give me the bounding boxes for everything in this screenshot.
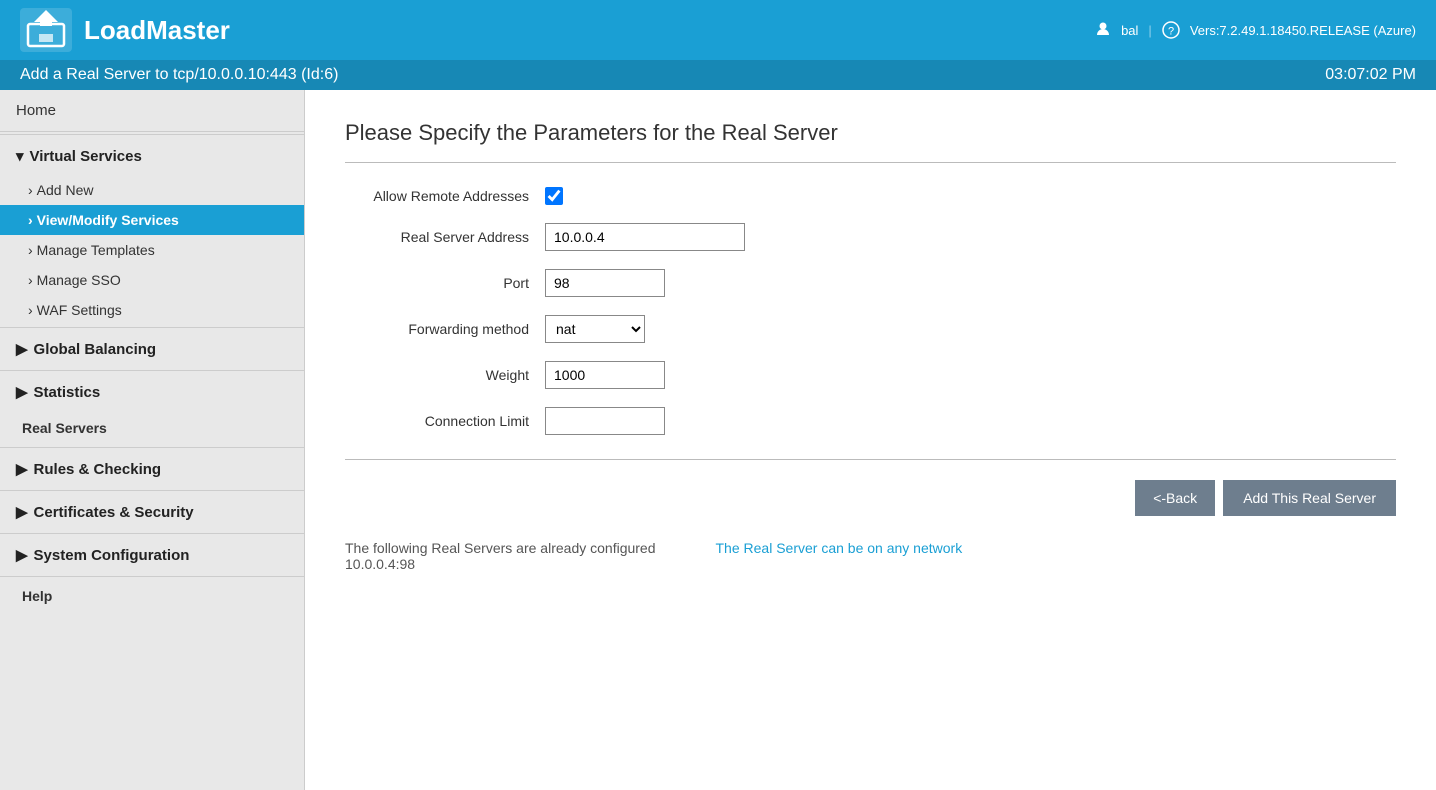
network-info-text: The Real Server can be on any network: [716, 540, 963, 572]
back-button[interactable]: <-Back: [1135, 480, 1215, 516]
app-title: LoadMaster: [84, 15, 230, 46]
virtual-services-label: Virtual Services: [30, 148, 142, 165]
sidebar-section-rules[interactable]: ▶ Rules & Checking: [0, 450, 304, 488]
sidebar: Home ▾ Virtual Services › Add New › View…: [0, 90, 305, 790]
certs-arrow: ▶: [16, 503, 28, 521]
arrow-icon: ›: [28, 272, 33, 288]
connection-limit-label: Connection Limit: [345, 413, 545, 429]
port-label: Port: [345, 275, 545, 291]
arrow-icon: ›: [28, 242, 33, 258]
bottom-divider: [345, 459, 1396, 460]
header: LoadMaster bal | ? Vers:7.2.49.1.18450.R…: [0, 0, 1436, 90]
svg-text:?: ?: [1168, 26, 1174, 38]
sidebar-section-certs[interactable]: ▶ Certificates & Security: [0, 493, 304, 531]
sidebar-item-real-servers[interactable]: Real Servers: [0, 411, 304, 445]
configured-servers-label: The following Real Servers are already c…: [345, 540, 656, 556]
form-row-port: Port: [345, 269, 1396, 297]
form-title-divider: [345, 162, 1396, 163]
sidebar-sub-add-new[interactable]: › Add New: [0, 175, 304, 205]
arrow-icon: ›: [28, 212, 33, 228]
user-icon: [1095, 21, 1111, 40]
statistics-label: Statistics: [34, 384, 101, 401]
main-content: Please Specify the Parameters for the Re…: [305, 90, 1436, 790]
header-right: bal | ? Vers:7.2.49.1.18450.RELEASE (Azu…: [1095, 21, 1416, 40]
header-version: Vers:7.2.49.1.18450.RELEASE (Azure): [1190, 23, 1416, 38]
statistics-arrow: ▶: [16, 383, 28, 401]
sidebar-item-home[interactable]: Home: [0, 90, 304, 132]
button-row: <-Back Add This Real Server: [345, 480, 1396, 516]
forwarding-method-select[interactable]: nat route tunnel portoverload: [545, 315, 645, 343]
header-subtitle: Add a Real Server to tcp/10.0.0.10:443 (…: [0, 60, 1436, 90]
info-row: The following Real Servers are already c…: [345, 540, 1396, 572]
form-title: Please Specify the Parameters for the Re…: [345, 120, 1396, 146]
configured-servers-info: The following Real Servers are already c…: [345, 540, 656, 572]
arrow-icon: ›: [28, 182, 33, 198]
sidebar-section-system-config[interactable]: ▶ System Configuration: [0, 536, 304, 574]
kemp-logo: [20, 8, 72, 52]
view-modify-label: View/Modify Services: [37, 212, 179, 228]
port-input[interactable]: [545, 269, 665, 297]
rules-arrow: ▶: [16, 460, 28, 478]
manage-sso-label: Manage SSO: [37, 272, 121, 288]
sidebar-sub-waf-settings[interactable]: › WAF Settings: [0, 295, 304, 325]
separator-icon: |: [1148, 23, 1151, 38]
system-config-arrow: ▶: [16, 546, 28, 564]
sidebar-sub-manage-templates[interactable]: › Manage Templates: [0, 235, 304, 265]
header-time: 03:07:02 PM: [1325, 66, 1416, 84]
weight-label: Weight: [345, 367, 545, 383]
sidebar-sub-view-modify[interactable]: › View/Modify Services: [0, 205, 304, 235]
help-icon: ?: [1162, 21, 1180, 39]
add-real-server-button[interactable]: Add This Real Server: [1223, 480, 1396, 516]
header-top: LoadMaster bal | ? Vers:7.2.49.1.18450.R…: [0, 0, 1436, 60]
rules-label: Rules & Checking: [34, 461, 162, 478]
manage-templates-label: Manage Templates: [37, 242, 155, 258]
configured-servers-detail: 10.0.0.4:98: [345, 556, 656, 572]
allow-remote-label: Allow Remote Addresses: [345, 188, 545, 204]
form-row-weight: Weight: [345, 361, 1396, 389]
page-subtitle: Add a Real Server to tcp/10.0.0.10:443 (…: [20, 66, 338, 84]
add-new-label: Add New: [37, 182, 94, 198]
form-row-connection-limit: Connection Limit: [345, 407, 1396, 435]
main-layout: Home ▾ Virtual Services › Add New › View…: [0, 90, 1436, 790]
real-server-address-input[interactable]: [545, 223, 745, 251]
connection-limit-input[interactable]: [545, 407, 665, 435]
global-balancing-label: Global Balancing: [34, 341, 157, 358]
sidebar-section-statistics[interactable]: ▶ Statistics: [0, 373, 304, 411]
allow-remote-checkbox[interactable]: [545, 187, 563, 205]
sidebar-section-global-balancing[interactable]: ▶ Global Balancing: [0, 330, 304, 368]
real-server-address-label: Real Server Address: [345, 229, 545, 245]
header-username: bal: [1121, 23, 1138, 38]
sidebar-section-virtual-services[interactable]: ▾ Virtual Services: [0, 137, 304, 175]
waf-settings-label: WAF Settings: [37, 302, 122, 318]
virtual-services-arrow: ▾: [16, 147, 24, 165]
header-brand: LoadMaster: [20, 8, 230, 52]
system-config-label: System Configuration: [34, 547, 190, 564]
arrow-icon: ›: [28, 302, 33, 318]
certs-label: Certificates & Security: [34, 504, 194, 521]
global-balancing-arrow: ▶: [16, 340, 28, 358]
sidebar-sub-manage-sso[interactable]: › Manage SSO: [0, 265, 304, 295]
weight-input[interactable]: [545, 361, 665, 389]
form-row-address: Real Server Address: [345, 223, 1396, 251]
form-row-allow-remote: Allow Remote Addresses: [345, 187, 1396, 205]
sidebar-item-help[interactable]: Help: [0, 579, 304, 613]
forwarding-method-label: Forwarding method: [345, 321, 545, 337]
form-row-forwarding: Forwarding method nat route tunnel porto…: [345, 315, 1396, 343]
